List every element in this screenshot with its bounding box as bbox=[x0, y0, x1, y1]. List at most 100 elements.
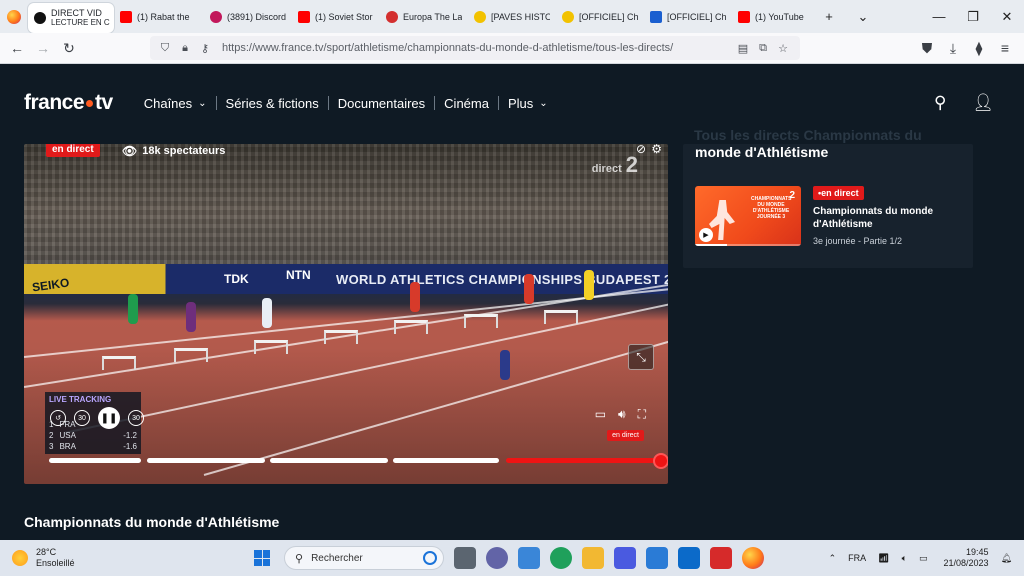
new-tab-button[interactable]: + bbox=[812, 9, 846, 24]
picture-in-picture-button[interactable]: ⤡ bbox=[628, 344, 654, 370]
pocket-icon[interactable]: ⛊ bbox=[914, 40, 940, 57]
nav-item-series[interactable]: Séries & fictions bbox=[217, 96, 328, 111]
copilot-icon[interactable] bbox=[614, 547, 636, 569]
mycanal-icon[interactable] bbox=[646, 547, 668, 569]
firefox-icon bbox=[7, 9, 21, 24]
edge-icon[interactable] bbox=[550, 547, 572, 569]
nav-item-documentaires[interactable]: Documentaires bbox=[329, 96, 434, 111]
player-live-tag[interactable]: en direct bbox=[607, 430, 644, 441]
pause-button[interactable]: ❚❚ bbox=[98, 407, 120, 429]
audio-description-icon[interactable]: ⊘ bbox=[636, 144, 646, 156]
banner-text: WORLD ATHLETICS CHAMPIONSHIPS BUDAPEST 2… bbox=[336, 272, 668, 287]
tab-item[interactable]: (1) Rabat the bbox=[114, 3, 204, 30]
youtube-favicon-icon bbox=[120, 10, 132, 23]
progress-knob[interactable] bbox=[653, 453, 668, 469]
restore-button[interactable]: ❐ bbox=[956, 9, 990, 25]
back-button[interactable]: ← bbox=[4, 40, 30, 56]
progress-segment[interactable] bbox=[147, 458, 265, 463]
tab-item[interactable]: [PAVES HISTO bbox=[468, 3, 556, 30]
start-button[interactable] bbox=[254, 550, 270, 566]
language-indicator[interactable]: FRA bbox=[848, 553, 866, 563]
playback-controls: ↺ 30 ❚❚ 30 bbox=[50, 407, 144, 429]
search-icon[interactable]: ⚲ bbox=[934, 93, 946, 113]
forward-button[interactable]: → bbox=[30, 40, 56, 56]
task-view-icon[interactable] bbox=[454, 547, 476, 569]
taskbar-search[interactable]: ⚲ Rechercher bbox=[284, 546, 444, 570]
main-nav: Chaînes ⌄ Séries & fictions Documentaires… bbox=[135, 96, 557, 111]
url-text[interactable]: https://www.france.tv/sport/athletisme/c… bbox=[222, 42, 673, 54]
live-card-thumbnail[interactable]: 2 CHAMPIONNATS DU MONDE D'ATHLÉTISME JOU… bbox=[695, 186, 801, 246]
rewind-button[interactable]: 30 bbox=[74, 410, 90, 426]
progress-segment[interactable] bbox=[49, 458, 141, 463]
tab-item[interactable]: [OFFICIEL] Ch bbox=[556, 3, 644, 30]
nav-item-chaines[interactable]: Chaînes ⌄ bbox=[135, 96, 216, 111]
permissions-icon[interactable]: ⚷ bbox=[196, 42, 214, 55]
url-bar[interactable]: ⛉ 🔒︎ ⚷ https://www.france.tv/sport/athle… bbox=[150, 36, 800, 60]
youtube-favicon-icon bbox=[298, 10, 310, 23]
live-badge: en direct bbox=[46, 144, 100, 157]
tab-item[interactable]: (1) Soviet Stor bbox=[292, 3, 380, 30]
tab-item[interactable]: (3891) Discord bbox=[204, 3, 292, 30]
sun-icon bbox=[12, 550, 28, 566]
thumb-title-text: CHAMPIONNATS DU MONDE D'ATHLÉTISME bbox=[751, 196, 792, 214]
bookmark-star-icon[interactable]: ☆ bbox=[774, 42, 792, 55]
show-hidden-icons-icon[interactable]: ⌃ bbox=[829, 553, 837, 564]
app-menu-icon[interactable]: ≡ bbox=[992, 40, 1018, 57]
user-account-icon[interactable]: 👤︎ bbox=[972, 93, 994, 113]
downloads-icon[interactable]: ⤓ bbox=[940, 40, 966, 57]
runner bbox=[262, 298, 272, 328]
eye-icon: 👁︎ bbox=[122, 144, 138, 158]
logo-dot bbox=[86, 99, 94, 107]
tab-title: DIRECT VID bbox=[51, 8, 102, 18]
firefox-taskbar-icon[interactable] bbox=[742, 547, 764, 569]
list-tabs-button[interactable]: ⌄ bbox=[846, 9, 880, 25]
france-tv-logo[interactable]: france tv bbox=[24, 91, 113, 115]
tab-item[interactable]: (1) YouTube bbox=[732, 3, 812, 30]
close-window-button[interactable]: ✕ bbox=[990, 9, 1024, 25]
chat-icon[interactable] bbox=[486, 547, 508, 569]
settings-gear-icon[interactable]: ⚙ bbox=[651, 144, 662, 156]
progress-segment[interactable] bbox=[270, 458, 388, 463]
store-icon[interactable] bbox=[518, 547, 540, 569]
minimize-button[interactable]: — bbox=[922, 9, 956, 24]
subtitles-icon[interactable]: ▭ bbox=[595, 407, 606, 422]
card-title[interactable]: Championnats du monde d'Athlétisme bbox=[813, 205, 963, 231]
mail-icon[interactable] bbox=[678, 547, 700, 569]
toolbar-right: ⛊ ⤓ ⧫ ≡ bbox=[914, 40, 1024, 57]
bing-icon[interactable] bbox=[423, 551, 437, 565]
progress-segment[interactable] bbox=[393, 458, 499, 463]
hurdle bbox=[254, 340, 288, 354]
tab-active[interactable]: DIRECT VID LECTURE EN C ✕ bbox=[28, 3, 114, 33]
firefox-menu-button[interactable] bbox=[0, 0, 28, 33]
lock-icon[interactable]: 🔒︎ bbox=[176, 42, 194, 55]
crowd-background bbox=[24, 144, 668, 264]
reload-button[interactable]: ↻ bbox=[56, 40, 82, 57]
fullscreen-icon[interactable]: ⛶ bbox=[638, 407, 646, 422]
hurdle bbox=[394, 320, 428, 334]
nav-item-plus[interactable]: Plus ⌄ bbox=[499, 96, 557, 111]
clock[interactable]: 19:45 21/08/2023 bbox=[944, 547, 989, 569]
video-player[interactable]: SEIKO TDK NTN WORLD ATHLETICS CHAMPIONSH… bbox=[24, 144, 668, 484]
card-subtitle: 3e journée - Partie 1/2 bbox=[813, 236, 903, 246]
play-icon[interactable]: ▶ bbox=[699, 228, 713, 242]
forward-button[interactable]: 30 bbox=[128, 410, 144, 426]
progress-segment-live[interactable] bbox=[506, 458, 660, 463]
tlc-icon[interactable] bbox=[710, 547, 732, 569]
progress-bar[interactable] bbox=[49, 453, 668, 469]
volume-icon[interactable]: 🔊︎ bbox=[618, 407, 626, 422]
reader-view-icon[interactable]: ▤ bbox=[734, 42, 752, 55]
wifi-icon[interactable]: 📶︎ bbox=[878, 553, 889, 564]
weather-widget[interactable]: 28°C Ensoleillé bbox=[0, 547, 240, 569]
tab-item[interactable]: Europa The La bbox=[380, 3, 468, 30]
tab-item[interactable]: [OFFICIEL] Ch bbox=[644, 3, 732, 30]
restart-icon[interactable]: ↺ bbox=[50, 410, 66, 426]
file-explorer-icon[interactable] bbox=[582, 547, 604, 569]
notifications-icon[interactable]: 🔔︎ bbox=[1001, 553, 1012, 564]
pip-icon[interactable]: ⧉ bbox=[754, 42, 772, 55]
extensions-icon[interactable]: ⧫ bbox=[966, 40, 992, 57]
battery-icon[interactable]: ▭ bbox=[919, 553, 928, 564]
panel-title: monde d'Athlétisme bbox=[695, 144, 829, 160]
volume-icon[interactable]: 🔈︎ bbox=[902, 553, 907, 564]
tracking-shield-icon[interactable]: ⛉ bbox=[156, 42, 174, 55]
nav-item-cinema[interactable]: Cinéma bbox=[435, 96, 498, 111]
